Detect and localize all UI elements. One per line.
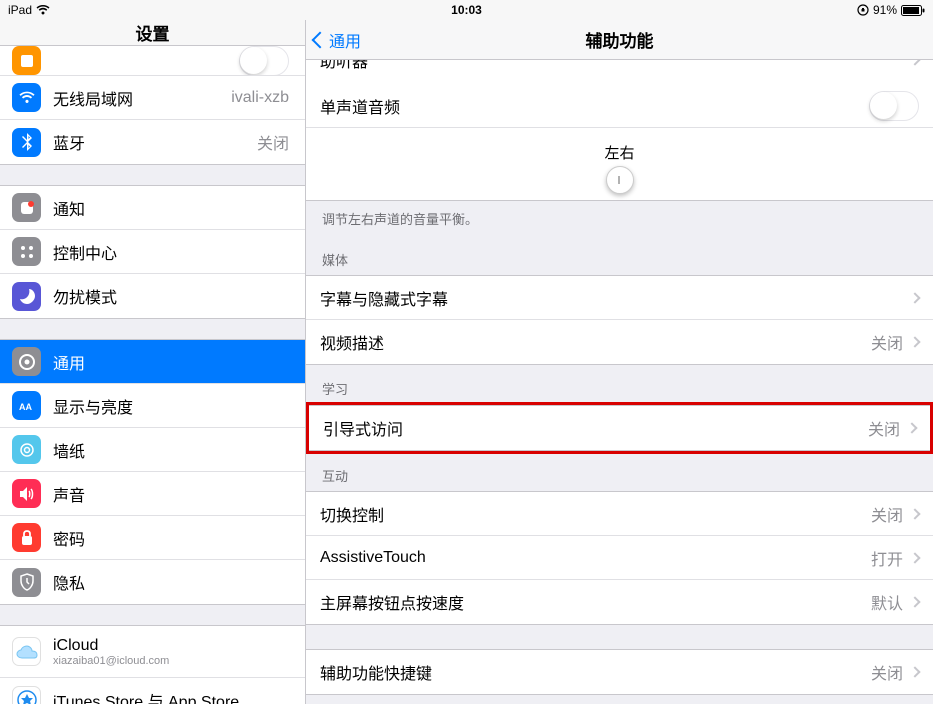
dnd-icon [12,282,41,311]
bluetooth-label: 蓝牙 [53,130,257,154]
row-balance-slider[interactable]: 左 右 [306,128,933,200]
row-switch-control[interactable]: 切换控制 关闭 [306,492,933,536]
chevron-icon [909,596,920,607]
toggle-icon[interactable] [239,46,289,76]
notifications-label: 通知 [53,196,289,220]
svg-text:AA: AA [19,402,32,412]
display-label: 显示与亮度 [53,394,289,418]
bluetooth-icon [12,128,41,157]
wifi-label: 无线局域网 [53,86,231,110]
icloud-email: xiazaiba01@icloud.com [53,655,169,667]
sidebar-item-bluetooth[interactable]: 蓝牙 关闭 [0,120,305,164]
sidebar-item-dnd[interactable]: 勿扰模式 [0,274,305,318]
slider-left-label: 左 [604,142,619,163]
row-home-click-speed[interactable]: 主屏幕按钮点按速度 默认 [306,580,933,624]
slider-thumb[interactable] [606,166,634,194]
highlight-annotation: 引导式访问 关闭 [306,402,933,454]
sidebar-item-sound[interactable]: 声音 [0,472,305,516]
sidebar-title: 设置 [0,20,305,46]
itunes-label: iTunes Store 与 App Store [53,688,289,704]
sidebar-item-controlcenter[interactable]: 控制中心 [0,230,305,274]
bluetooth-value: 关闭 [257,130,289,154]
row-subtitles[interactable]: 字幕与隐藏式字幕 [306,276,933,320]
wallpaper-icon [12,435,41,464]
general-label: 通用 [53,350,289,374]
sidebar-item-passcode[interactable]: 密码 [0,516,305,560]
chevron-icon [906,422,917,433]
device-label: iPad [8,3,32,17]
sound-icon [12,479,41,508]
learning-header: 学习 [306,373,933,404]
status-time: 10:03 [451,3,482,17]
sidebar-item-icloud[interactable]: iCloud xiazaiba01@icloud.com [0,626,305,678]
mono-toggle[interactable] [869,91,919,121]
icloud-label: iCloud [53,637,169,655]
settings-sidebar: 设置 无线局域网 ivali-xzb 蓝牙 关闭 通知 [0,20,306,704]
status-bar: iPad 10:03 91% [0,0,933,20]
controlcenter-icon [12,237,41,266]
sound-label: 声音 [53,482,289,506]
chevron-icon [909,508,920,519]
cloud-icon [12,637,41,666]
row-video-description[interactable]: 视频描述 关闭 [306,320,933,364]
wallpaper-label: 墙纸 [53,438,289,462]
balance-footer: 调节左右声道的音量平衡。 [306,201,933,236]
detail-pane: 通用 辅助功能 助听器 单声道音频 左 右 调节左右声道的音量 [306,20,933,704]
sidebar-item-general[interactable]: 通用 [0,340,305,384]
battery-label: 91% [873,3,897,17]
wifi-value: ivali-xzb [231,89,289,107]
back-button[interactable]: 通用 [306,28,361,52]
sidebar-item-display[interactable]: AA 显示与亮度 [0,384,305,428]
lock-icon [12,523,41,552]
detail-title: 辅助功能 [586,27,654,52]
chevron-icon [909,666,920,677]
sidebar-item-notifications[interactable]: 通知 [0,186,305,230]
row-hearing-aids[interactable]: 助听器 [306,60,933,84]
dnd-label: 勿扰模式 [53,284,289,308]
sidebar-item-wallpaper[interactable]: 墙纸 [0,428,305,472]
row-guided-access[interactable]: 引导式访问 关闭 [309,406,930,450]
battery-icon [901,5,925,16]
media-header: 媒体 [306,244,933,275]
appstore-icon [12,686,41,704]
chevron-icon [909,336,920,347]
row-assistivetouch[interactable]: AssistiveTouch 打开 [306,536,933,580]
gear-icon [12,347,41,376]
interaction-header: 互动 [306,460,933,491]
row-accessibility-shortcut[interactable]: 辅助功能快捷键 关闭 [306,650,933,694]
display-icon: AA [12,391,41,420]
chevron-icon [909,60,920,66]
privacy-label: 隐私 [53,570,289,594]
sidebar-item-itunes[interactable]: iTunes Store 与 App Store [0,678,305,704]
detail-header: 通用 辅助功能 [306,20,933,60]
chevron-icon [909,292,920,303]
chevron-icon [909,552,920,563]
wifi-icon [36,5,50,15]
controlcenter-label: 控制中心 [53,240,289,264]
sidebar-item-wifi[interactable]: 无线局域网 ivali-xzb [0,76,305,120]
notifications-icon [12,193,41,222]
orientation-lock-icon [857,4,869,16]
passcode-label: 密码 [53,526,289,550]
row-mono-audio[interactable]: 单声道音频 [306,84,933,128]
sidebar-item-truncated[interactable] [0,46,305,76]
wifi-icon [12,83,41,112]
sidebar-item-privacy[interactable]: 隐私 [0,560,305,604]
slider-right-label: 右 [620,142,635,163]
privacy-icon [12,568,41,597]
